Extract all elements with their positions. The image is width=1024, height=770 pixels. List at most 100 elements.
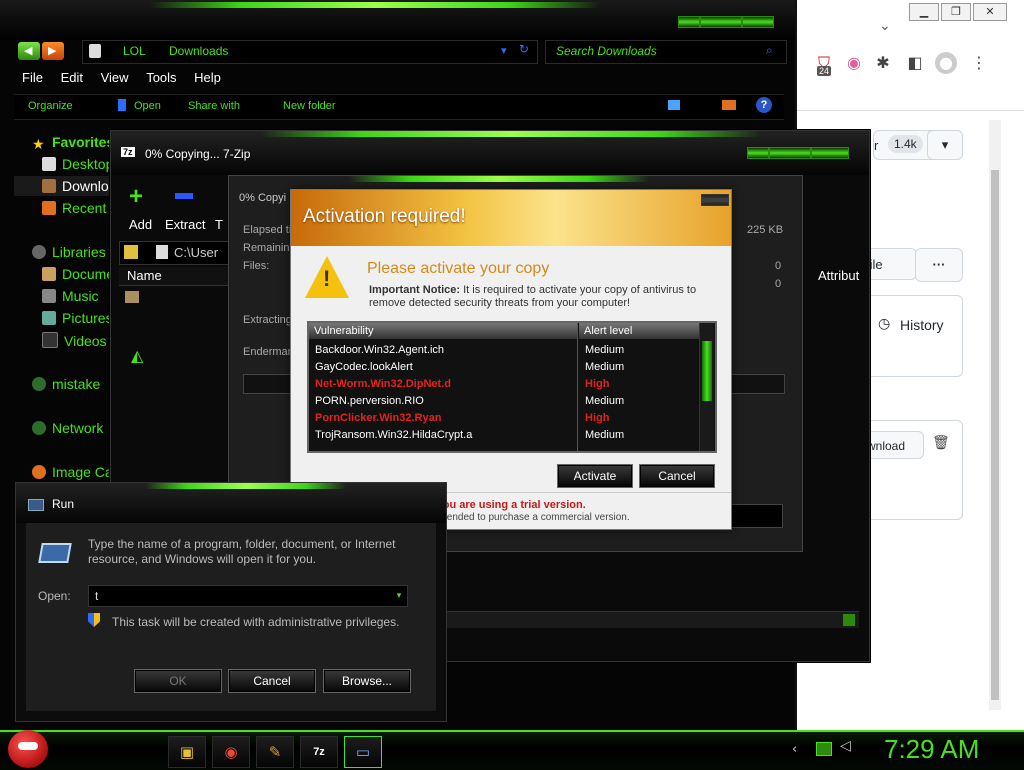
close-button[interactable] <box>701 194 729 206</box>
scrollbar-thumb[interactable] <box>702 341 712 401</box>
taskbar-explorer[interactable]: ▣ <box>168 736 206 768</box>
star-dropdown-icon[interactable]: ▾ <box>927 130 963 160</box>
vuln-name: PORN.perversion.RIO <box>315 395 424 407</box>
taskbar-clock[interactable]: 7:29 AM <box>884 734 979 765</box>
extract-icon[interactable] <box>175 193 193 199</box>
scroll-right-icon[interactable] <box>843 614 855 626</box>
folder-location-icon <box>89 44 101 58</box>
nav-image-capture[interactable]: Image Ca <box>32 464 113 480</box>
notice-bold: Important Notice: <box>369 284 461 296</box>
more-options-button[interactable]: ··· <box>915 248 963 282</box>
refresh-icon[interactable]: ↻ <box>519 42 529 56</box>
table-row[interactable]: GayCodec.lookAlert Medium <box>309 359 699 376</box>
nav-pictures-label: Pictures <box>62 310 113 326</box>
nav-network[interactable]: Network <box>32 420 103 436</box>
table-row[interactable]: PornClicker.Win32.Ryan High <box>309 410 699 427</box>
nav-favorites[interactable]: ★ Favorites <box>32 134 114 153</box>
menu-file[interactable]: File <box>22 70 43 85</box>
cancel-button[interactable]: Cancel <box>639 464 715 488</box>
vuln-name: TrojRansom.Win32.HildaCrypt.a <box>315 429 473 441</box>
nav-pictures[interactable]: Pictures <box>42 310 113 326</box>
breadcrumb-root[interactable]: LOL <box>123 44 146 58</box>
path-text: C:\User <box>174 245 219 260</box>
alert-level-column-header[interactable]: Alert level <box>579 323 699 339</box>
run-cancel-button[interactable]: Cancel <box>228 669 316 693</box>
tab-list-chevron-icon[interactable]: ⌄ <box>879 18 891 34</box>
add-icon[interactable]: + <box>129 185 143 209</box>
table-scrollbar[interactable] <box>699 323 714 451</box>
minimize-button[interactable]: ▁ <box>909 3 939 21</box>
ok-button[interactable]: OK <box>134 669 222 693</box>
start-button[interactable] <box>8 730 48 768</box>
flag-extension-icon[interactable]: ◉ <box>843 52 865 74</box>
nav-libraries[interactable]: Libraries <box>32 244 106 260</box>
table-row[interactable]: PORN.perversion.RIO Medium <box>309 393 699 410</box>
profile-avatar-icon[interactable]: ● <box>935 52 957 74</box>
browse-button[interactable]: Browse... <box>323 669 411 693</box>
back-button[interactable]: ◀ <box>18 42 40 60</box>
nav-homegroup[interactable]: mistake <box>32 376 100 392</box>
name-column-header[interactable]: Name <box>119 267 229 286</box>
music-icon <box>42 289 56 303</box>
new-folder-button[interactable]: New folder <box>283 100 336 112</box>
search-box[interactable]: Search Downloads ⌕ <box>545 40 787 64</box>
close-button[interactable] <box>811 147 849 159</box>
view-options-icon[interactable] <box>668 100 680 110</box>
help-icon[interactable]: ? <box>756 97 772 113</box>
table-row[interactable]: Net-Worm.Win32.DipNet.d High <box>309 376 699 393</box>
nav-music[interactable]: Music <box>42 288 99 304</box>
trash-icon[interactable]: 🗑 <box>932 435 950 451</box>
back-arrow-icon: ◀ <box>24 45 33 57</box>
nav-videos[interactable]: Videos <box>42 332 107 349</box>
open-button[interactable]: Open <box>134 100 161 112</box>
kebab-menu-icon[interactable]: ⋮ <box>968 52 990 74</box>
sidepanel-icon[interactable]: ◧ <box>904 52 926 74</box>
add-button[interactable]: Add <box>129 217 152 232</box>
tray-volume-icon[interactable]: ◁ <box>840 738 851 754</box>
taskbar-7zip[interactable]: 7z <box>300 736 338 768</box>
menu-edit[interactable]: Edit <box>61 70 83 85</box>
breadcrumb-folder[interactable]: Downloads <box>169 44 228 58</box>
up-folder-icon[interactable] <box>124 245 138 259</box>
activate-button[interactable]: Activate <box>557 464 633 488</box>
close-button[interactable] <box>742 16 774 28</box>
puzzle-extensions-icon[interactable]: ✱ <box>872 52 894 74</box>
search-icon[interactable]: ⌕ <box>766 43 773 58</box>
open-dropdown-icon[interactable]: ▾ <box>393 587 405 603</box>
table-row[interactable]: Backdoor.Win32.Agent.ich Medium <box>309 342 699 359</box>
desktop-icon <box>42 157 56 171</box>
menu-help[interactable]: Help <box>194 70 221 85</box>
archive-file-icon[interactable] <box>125 291 139 303</box>
taskbar-run[interactable]: ▭ <box>344 736 382 768</box>
taskbar-chrome[interactable]: ◉ <box>212 736 250 768</box>
history-link[interactable]: History <box>900 317 944 333</box>
organize-button[interactable]: Organize <box>28 100 73 112</box>
nav-recent[interactable]: Recent <box>42 200 106 216</box>
sevenzip-path-bar[interactable]: C:\User <box>119 241 231 265</box>
table-row[interactable]: TrojRansom.Win32.HildaCrypt.a Medium <box>309 427 699 444</box>
share-with-button[interactable]: Share with <box>188 100 240 112</box>
taskbar-paint[interactable]: ✎ <box>256 736 294 768</box>
close-button[interactable]: ✕ <box>973 3 1007 21</box>
attribute-column-header[interactable]: Attribut <box>806 267 866 285</box>
maximize-button[interactable]: ❐ <box>941 3 971 21</box>
test-button[interactable]: T <box>215 217 223 232</box>
preview-pane-icon[interactable] <box>722 100 736 110</box>
minimize-button[interactable] <box>678 16 700 28</box>
menu-view[interactable]: View <box>101 70 129 85</box>
address-dropdown-icon[interactable]: ▾ <box>501 44 507 57</box>
forward-button[interactable]: ▶ <box>42 42 64 60</box>
open-input[interactable]: t ▾ <box>88 585 408 607</box>
address-bar[interactable]: LOL Downloads ▾ ↻ <box>82 40 538 64</box>
maximize-button[interactable] <box>700 16 742 28</box>
tray-arrow-icon[interactable]: ‹ <box>792 742 797 757</box>
nav-desktop[interactable]: Desktop <box>42 156 113 172</box>
vulnerability-column-header[interactable]: Vulnerability <box>309 323 577 339</box>
extract-button[interactable]: Extract <box>165 217 205 232</box>
chrome-scrollbar[interactable] <box>989 120 1001 710</box>
menu-tools[interactable]: Tools <box>146 70 176 85</box>
minimize-button[interactable] <box>747 147 769 159</box>
progress-cancel-button[interactable] <box>729 504 783 528</box>
maximize-button[interactable] <box>769 147 811 159</box>
tray-network-icon[interactable] <box>816 742 832 756</box>
